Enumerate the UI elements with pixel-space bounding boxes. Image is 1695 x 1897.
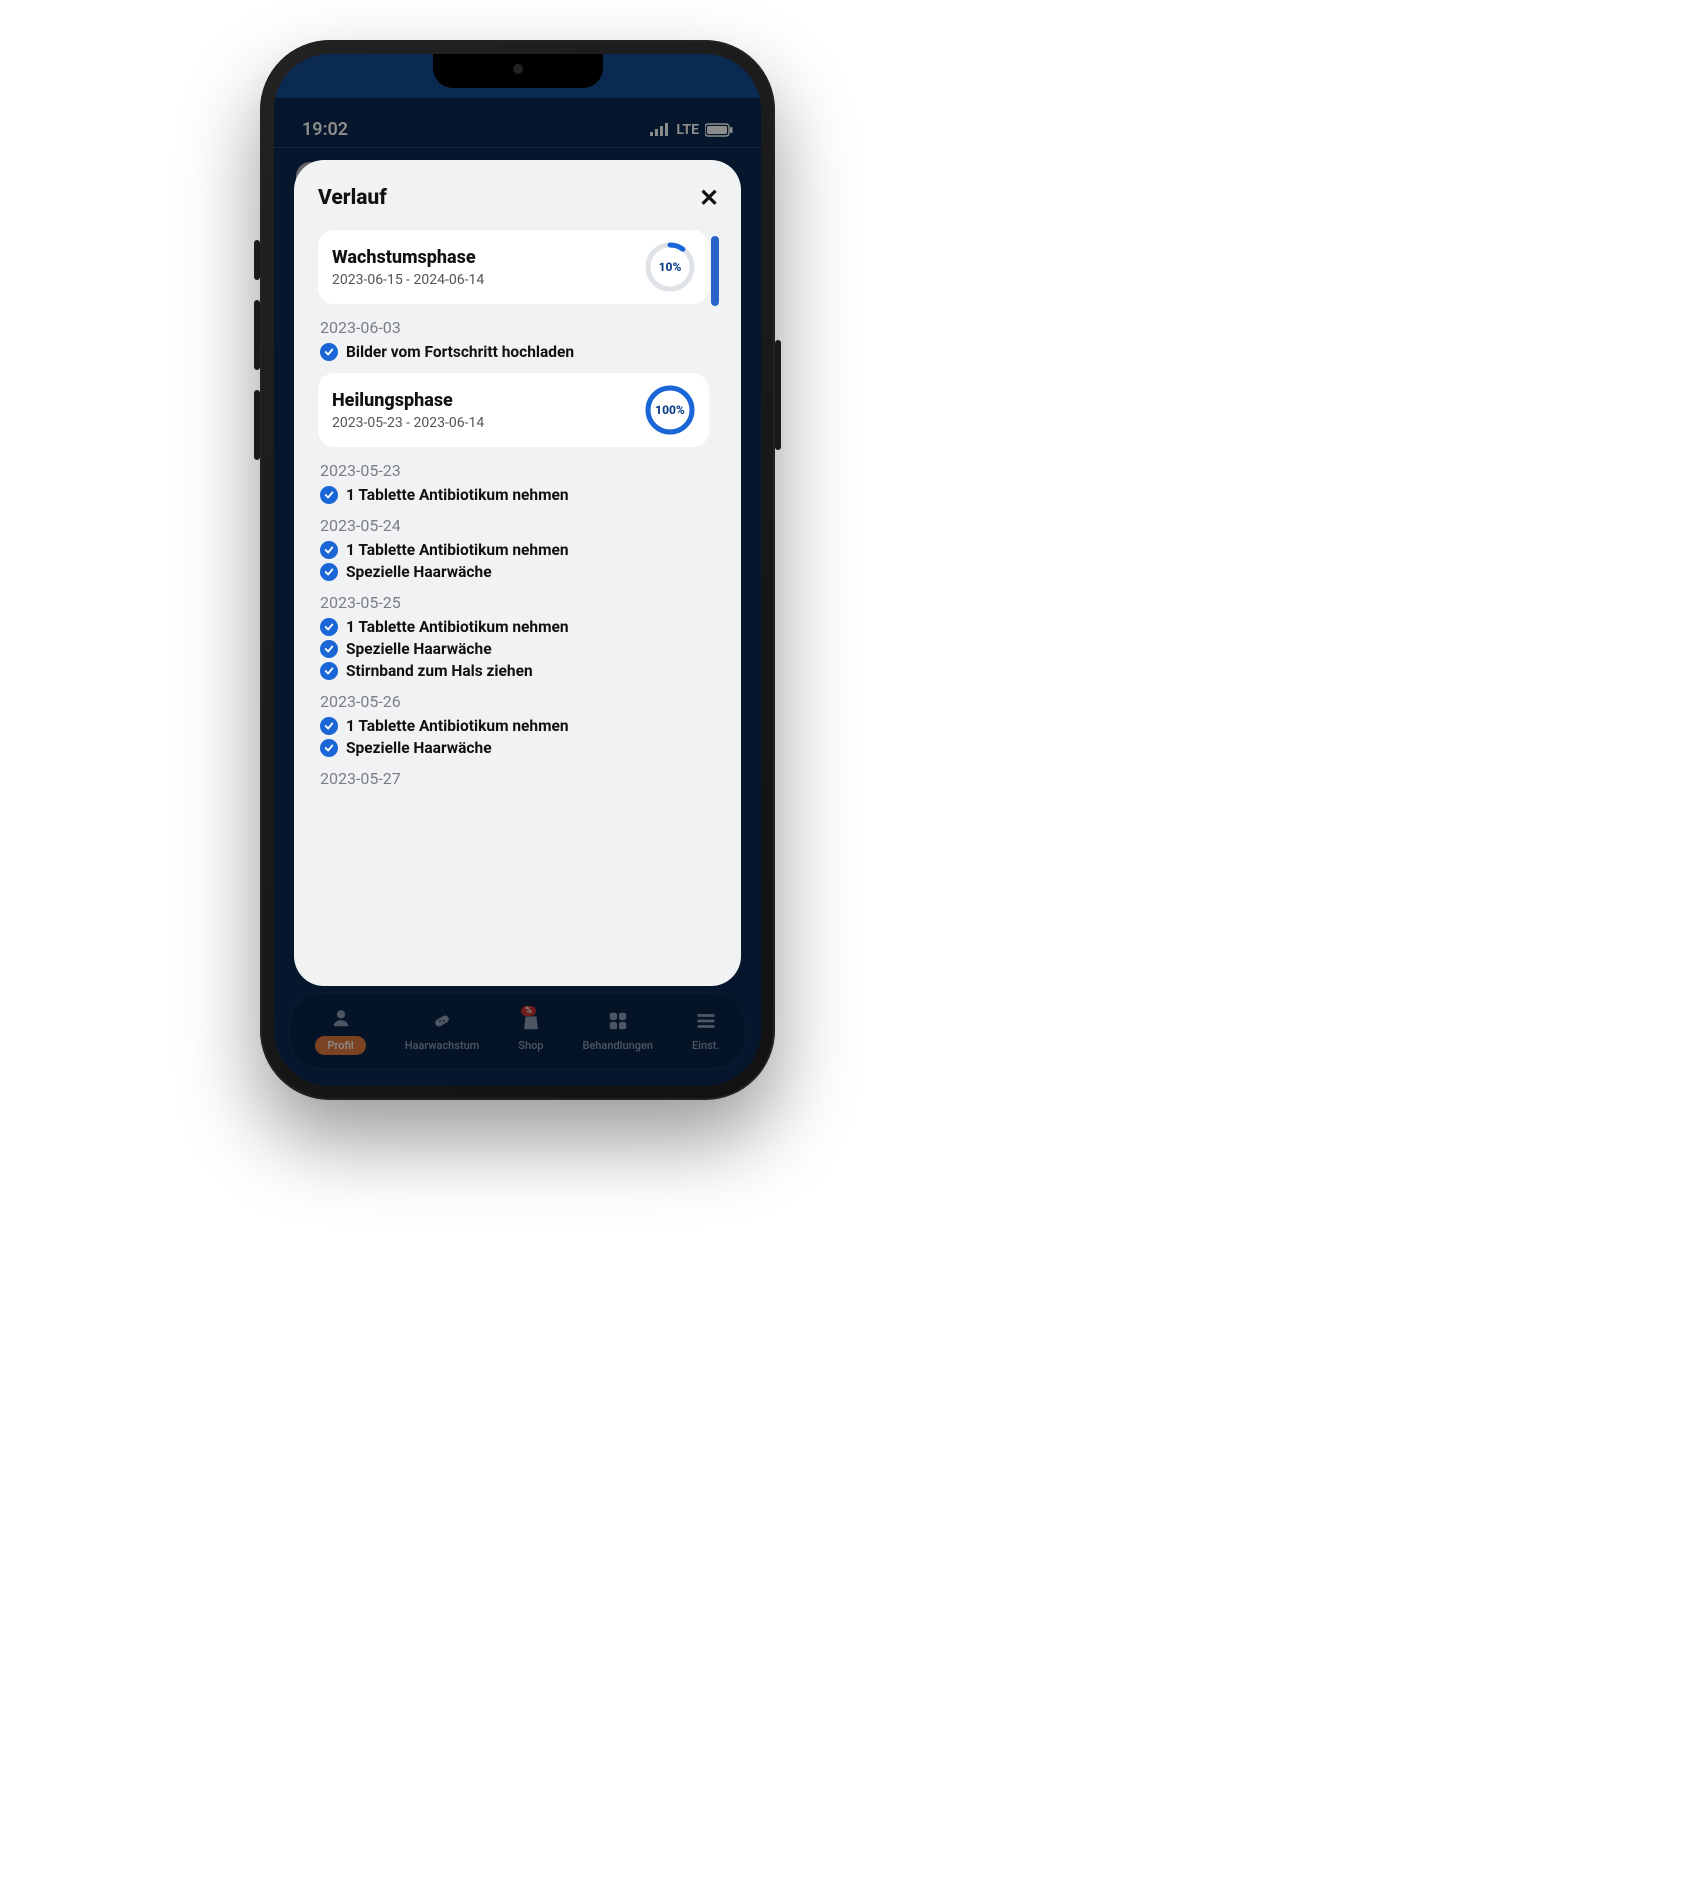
volume-button — [254, 390, 260, 460]
task-label: 1 Tablette Antibiotikum nehmen — [346, 717, 569, 735]
notch — [433, 54, 603, 88]
phase-dates: 2023-06-15 - 2024-06-14 — [332, 272, 484, 288]
phase-name: Wachstumsphase — [332, 247, 484, 268]
progress-ring: 10% — [645, 242, 695, 292]
task-label: Stirnband zum Hals ziehen — [346, 662, 533, 680]
phase-info: Wachstumsphase 2023-06-15 - 2024-06-14 — [332, 247, 484, 288]
task-row[interactable]: 1 Tablette Antibiotikum nehmen — [320, 618, 709, 636]
phase-dates: 2023-05-23 - 2023-06-14 — [332, 415, 484, 431]
task-label: Spezielle Haarwäche — [346, 640, 492, 658]
check-icon — [320, 717, 338, 735]
task-row[interactable]: Bilder vom Fortschritt hochladen — [320, 343, 709, 361]
day-date: 2023-05-23 — [320, 461, 709, 480]
check-icon — [320, 486, 338, 504]
close-button[interactable]: ✕ — [695, 184, 723, 212]
task-row[interactable]: Spezielle Haarwäche — [320, 739, 709, 757]
day-date: 2023-06-03 — [320, 318, 709, 337]
progress-label: 10% — [645, 242, 695, 292]
task-label: 1 Tablette Antibiotikum nehmen — [346, 618, 569, 636]
task-row[interactable]: 1 Tablette Antibiotikum nehmen — [320, 486, 709, 504]
task-label: Spezielle Haarwäche — [346, 563, 492, 581]
day-block: 2023-05-25 1 Tablette Antibiotikum nehme… — [320, 593, 709, 680]
task-label: 1 Tablette Antibiotikum nehmen — [346, 486, 569, 504]
task-row[interactable]: 1 Tablette Antibiotikum nehmen — [320, 541, 709, 559]
phase-card[interactable]: Heilungsphase 2023-05-23 - 2023-06-14 10… — [318, 373, 709, 447]
phone-frame: 19:02 LTE — [260, 40, 775, 1100]
day-block: 2023-05-23 1 Tablette Antibiotikum nehme… — [320, 461, 709, 504]
day-date: 2023-05-25 — [320, 593, 709, 612]
check-icon — [320, 640, 338, 658]
check-icon — [320, 662, 338, 680]
phase-info: Heilungsphase 2023-05-23 - 2023-06-14 — [332, 390, 484, 431]
check-icon — [320, 739, 338, 757]
day-block: 2023-06-03 Bilder vom Fortschritt hochla… — [320, 318, 709, 361]
check-icon — [320, 343, 338, 361]
modal-title: Verlauf — [318, 186, 387, 210]
task-row[interactable]: Spezielle Haarwäche — [320, 563, 709, 581]
modal-body[interactable]: Wachstumsphase 2023-06-15 - 2024-06-14 1… — [318, 230, 723, 976]
task-label: Bilder vom Fortschritt hochladen — [346, 343, 574, 361]
phase-name: Heilungsphase — [332, 390, 484, 411]
close-icon: ✕ — [699, 184, 719, 212]
phase-card[interactable]: Wachstumsphase 2023-06-15 - 2024-06-14 1… — [318, 230, 709, 304]
history-modal: Verlauf ✕ Wachstumsphase 2023-06-15 - 20… — [294, 160, 741, 986]
task-row[interactable]: Spezielle Haarwäche — [320, 640, 709, 658]
day-date: 2023-05-24 — [320, 516, 709, 535]
modal-header: Verlauf ✕ — [318, 184, 723, 212]
day-block: 2023-05-27 — [320, 769, 709, 788]
check-icon — [320, 618, 338, 636]
day-block: 2023-05-24 1 Tablette Antibiotikum nehme… — [320, 516, 709, 581]
progress-label: 100% — [645, 385, 695, 435]
check-icon — [320, 541, 338, 559]
scrollbar-thumb[interactable] — [711, 236, 719, 306]
volume-button — [254, 240, 260, 280]
power-button — [775, 340, 781, 450]
day-block: 2023-05-26 1 Tablette Antibiotikum nehme… — [320, 692, 709, 757]
check-icon — [320, 563, 338, 581]
task-label: 1 Tablette Antibiotikum nehmen — [346, 541, 569, 559]
progress-ring: 100% — [645, 385, 695, 435]
task-row[interactable]: 1 Tablette Antibiotikum nehmen — [320, 717, 709, 735]
task-row[interactable]: Stirnband zum Hals ziehen — [320, 662, 709, 680]
task-label: Spezielle Haarwäche — [346, 739, 492, 757]
day-date: 2023-05-26 — [320, 692, 709, 711]
day-date: 2023-05-27 — [320, 769, 709, 788]
volume-button — [254, 300, 260, 370]
screen: 19:02 LTE — [274, 54, 761, 1086]
